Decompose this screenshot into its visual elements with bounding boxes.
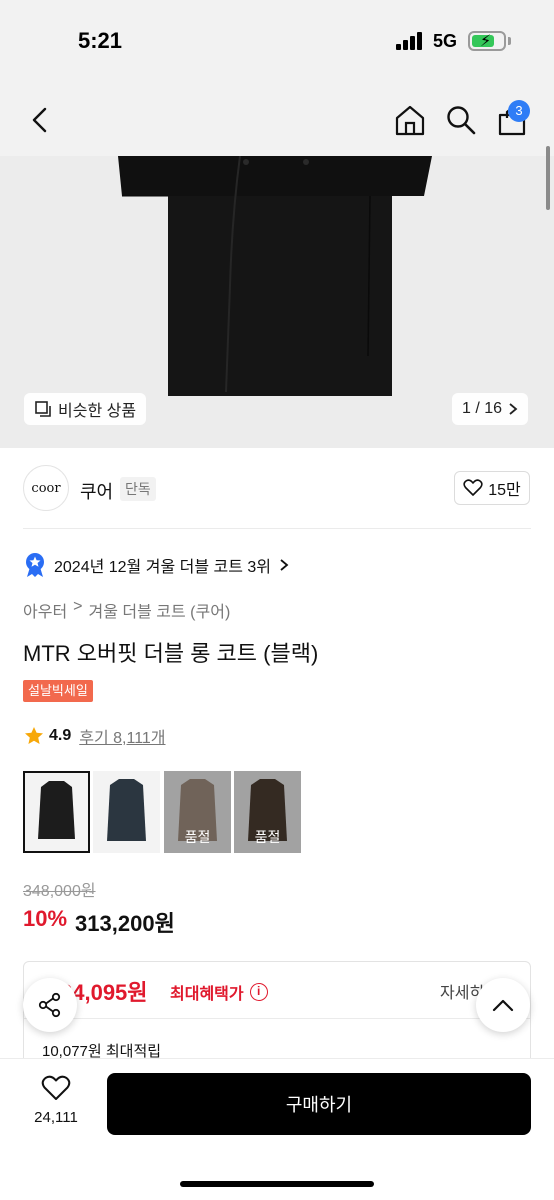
battery-icon: ⚡ <box>468 31 506 51</box>
star-icon <box>25 727 43 744</box>
chevron-right-icon <box>280 559 289 571</box>
brand-name[interactable]: 쿠어 <box>80 478 113 504</box>
ranking-badge-icon <box>26 553 44 577</box>
scroll-indicator <box>546 146 550 210</box>
status-time: 5:21 <box>78 28 123 53</box>
brand-like-button[interactable]: 15만 <box>454 471 530 505</box>
heart-icon <box>463 479 483 496</box>
signal-icon <box>396 32 426 50</box>
sale-badge: 설날빅세일 <box>23 680 93 702</box>
share-icon <box>38 992 61 1018</box>
soldout-label: 품절 <box>234 771 301 853</box>
cart-count-badge: 3 <box>508 100 530 122</box>
color-swatch-black[interactable] <box>23 771 90 853</box>
chevron-left-icon[interactable] <box>28 106 52 134</box>
share-button[interactable] <box>23 978 77 1032</box>
swatch-image <box>25 773 88 851</box>
heart-icon <box>41 1075 71 1100</box>
battery-tip <box>508 37 511 45</box>
home-indicator <box>180 1181 374 1187</box>
similar-icon <box>35 401 51 417</box>
status-bar: 5:21 5G ⚡ <box>0 0 554 84</box>
swatch-image <box>93 771 160 853</box>
color-swatch-navy[interactable] <box>93 771 160 853</box>
color-swatch-beige[interactable]: 품절 <box>164 771 231 853</box>
price-line: 10% 313,200원 <box>23 906 175 938</box>
brand-logo[interactable]: coor <box>23 465 69 511</box>
soldout-label: 품절 <box>164 771 231 853</box>
page-indicator-text: 1 / 16 <box>462 400 503 417</box>
rating-value: 4.9 <box>49 727 72 744</box>
max-benefit-label: 최대혜택가 i <box>170 980 268 1004</box>
ranking-link[interactable]: 2024년 12월 겨울 더블 코트 3위 <box>24 551 289 579</box>
divider <box>23 528 531 529</box>
breadcrumb-separator: > <box>73 598 83 615</box>
wish-button[interactable]: 24,111 <box>24 1075 88 1126</box>
buy-button[interactable]: 구매하기 <box>107 1073 531 1135</box>
similar-products-button[interactable]: 비슷한 상품 <box>24 393 147 425</box>
exclusive-tag: 단독 <box>120 477 156 501</box>
rating-row[interactable]: 4.9 후기 8,111개 <box>24 724 166 748</box>
scroll-top-button[interactable] <box>476 978 530 1032</box>
similar-products-label: 비슷한 상품 <box>58 403 137 420</box>
sale-price: 313,200원 <box>75 911 175 936</box>
discount-rate: 10% <box>23 906 68 931</box>
chevron-right-icon <box>509 403 518 415</box>
product-title: MTR 오버핏 더블 롱 코트 (블랙) <box>23 641 319 666</box>
chevron-up-icon <box>492 999 514 1012</box>
wish-count: 24,111 <box>34 1109 78 1126</box>
max-benefit-text: 최대혜택가 <box>170 986 244 1003</box>
network-type: 5G <box>433 31 458 51</box>
color-swatch-brown[interactable]: 품절 <box>234 771 301 853</box>
breadcrumb: 아우터 > 겨울 더블 코트 (쿠어) <box>23 598 230 622</box>
divider <box>24 1018 530 1019</box>
info-icon[interactable]: i <box>249 983 268 1001</box>
breadcrumb-item-category[interactable]: 겨울 더블 코트 (쿠어) <box>89 598 231 622</box>
ranking-text: 2024년 12월 겨울 더블 코트 3위 <box>54 559 271 576</box>
search-icon[interactable] <box>446 105 476 135</box>
home-icon[interactable] <box>394 104 426 136</box>
breadcrumb-item-outer[interactable]: 아우터 <box>23 598 67 622</box>
review-link[interactable]: 후기 8,111개 <box>79 724 165 748</box>
original-price: 348,000원 <box>23 883 96 900</box>
gallery-page-indicator[interactable]: 1 / 16 <box>452 393 529 425</box>
brand-likes-count: 15만 <box>488 482 521 499</box>
